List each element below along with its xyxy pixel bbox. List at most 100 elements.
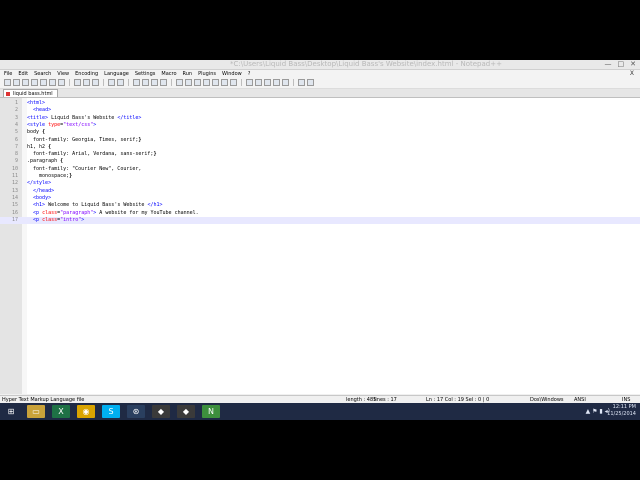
- line-code[interactable]: font-family: "Courier New", Courier,: [27, 166, 141, 173]
- zoom-in-icon[interactable]: [151, 79, 158, 86]
- print-icon[interactable]: [58, 79, 65, 86]
- replace-icon[interactable]: [142, 79, 149, 86]
- line-code[interactable]: <h1> Welcome to Liquid Bass's Website </…: [27, 202, 162, 209]
- menu-bar: File Edit Search View Encoding Language …: [0, 70, 640, 78]
- menu-search[interactable]: Search: [34, 70, 51, 78]
- redo-icon[interactable]: [117, 79, 124, 86]
- zoom-out-icon[interactable]: [160, 79, 167, 86]
- line-code[interactable]: font-family: Arial, Verdana, sans-serif;…: [27, 151, 156, 158]
- cut-icon[interactable]: [74, 79, 81, 86]
- code-line[interactable]: 17 <p class="intro">: [0, 216, 640, 224]
- close-file-icon[interactable]: [40, 79, 47, 86]
- code-line[interactable]: 6 font-family: Georgia, Times, serif;}: [0, 137, 640, 144]
- excel-icon[interactable]: X: [52, 405, 70, 418]
- line-code[interactable]: <html>: [27, 100, 45, 107]
- copy-icon[interactable]: [83, 79, 90, 86]
- line-code[interactable]: <body>: [27, 195, 51, 202]
- code-editor[interactable]: 1 <html> 2 <head> 3 <title> Liquid Bass's We…: [0, 98, 640, 394]
- line-code[interactable]: monospace;}: [27, 173, 72, 180]
- menu-settings[interactable]: Settings: [135, 70, 156, 78]
- code-line[interactable]: 9 .paragraph {: [0, 158, 640, 165]
- line-number: 15: [11, 202, 18, 209]
- code-line[interactable]: 7 h1, h2 {: [0, 144, 640, 151]
- find-icon[interactable]: [133, 79, 140, 86]
- app-icon[interactable]: ◆: [152, 405, 170, 418]
- minimize-button[interactable]: —: [605, 60, 612, 69]
- udl-icon[interactable]: [221, 79, 228, 86]
- code-line[interactable]: 2 <head>: [0, 107, 640, 114]
- code-line[interactable]: 12 </style>: [0, 180, 640, 187]
- line-code[interactable]: <p class="intro">: [27, 217, 84, 224]
- start-icon[interactable]: ⊞: [2, 405, 20, 418]
- taskbar-clock[interactable]: 12:11 PM 11/25/2014: [607, 404, 636, 418]
- menu-language[interactable]: Language: [104, 70, 129, 78]
- file-explorer-icon[interactable]: ▭: [27, 405, 45, 418]
- line-code[interactable]: <style type="text/css">: [27, 122, 96, 129]
- menu-macro[interactable]: Macro: [161, 70, 176, 78]
- line-code[interactable]: <title> Liquid Bass's Website </title>: [27, 115, 141, 122]
- close-all-icon[interactable]: [49, 79, 56, 86]
- menu-edit[interactable]: Edit: [18, 70, 28, 78]
- paste-icon[interactable]: [92, 79, 99, 86]
- menu-run[interactable]: Run: [183, 70, 193, 78]
- chrome-icon[interactable]: ◉: [77, 405, 95, 418]
- line-code[interactable]: .paragraph {: [27, 158, 63, 165]
- doc-map-icon[interactable]: [230, 79, 237, 86]
- save-all-icon[interactable]: [31, 79, 38, 86]
- code-line[interactable]: 14 <body>: [0, 195, 640, 202]
- code-line[interactable]: 10 font-family: "Courier New", Courier,: [0, 166, 640, 173]
- menu-help[interactable]: ?: [248, 70, 251, 78]
- open-file-icon[interactable]: [13, 79, 20, 86]
- save-icon[interactable]: [22, 79, 29, 86]
- undo-icon[interactable]: [108, 79, 115, 86]
- line-code[interactable]: </head>: [27, 188, 54, 195]
- stop-macro-icon[interactable]: [255, 79, 262, 86]
- close-button[interactable]: ✕: [630, 60, 636, 69]
- menu-plugins[interactable]: Plugins: [198, 70, 216, 78]
- line-code[interactable]: </style>: [27, 180, 51, 187]
- code-line[interactable]: 15 <h1> Welcome to Liquid Bass's Website…: [0, 202, 640, 209]
- app2-icon[interactable]: ◆: [177, 405, 195, 418]
- line-number: 14: [11, 194, 18, 201]
- line-code[interactable]: <head>: [27, 107, 51, 114]
- record-macro-icon[interactable]: [246, 79, 253, 86]
- sync-h-icon[interactable]: [185, 79, 192, 86]
- clock-date: 11/25/2014: [607, 411, 636, 417]
- code-line[interactable]: 5 body {: [0, 129, 640, 136]
- spell-check-icon[interactable]: [298, 79, 305, 86]
- save-macro-icon[interactable]: [282, 79, 289, 86]
- steam-icon[interactable]: ⊛: [127, 405, 145, 418]
- tab-liquid-bass-html[interactable]: liquid bass.html: [3, 89, 58, 97]
- line-number: 7: [14, 143, 18, 150]
- menu-view[interactable]: View: [57, 70, 69, 78]
- new-file-icon[interactable]: [4, 79, 11, 86]
- notepadpp-icon[interactable]: N: [202, 405, 220, 418]
- code-line[interactable]: 4 <style type="text/css">: [0, 122, 640, 129]
- code-line[interactable]: 11 monospace;}: [0, 173, 640, 180]
- code-line[interactable]: 8 font-family: Arial, Verdana, sans-seri…: [0, 151, 640, 158]
- line-number: 16: [11, 209, 18, 216]
- line-code[interactable]: font-family: Georgia, Times, serif;}: [27, 137, 141, 144]
- line-number: 10: [11, 165, 18, 172]
- code-line[interactable]: 1 <html>: [0, 100, 640, 107]
- line-code[interactable]: h1, h2 {: [27, 144, 51, 151]
- menu-window[interactable]: Window: [222, 70, 242, 78]
- code-line[interactable]: 3 <title> Liquid Bass's Website </title>: [0, 115, 640, 122]
- indent-guide-icon[interactable]: [212, 79, 219, 86]
- menu-encoding[interactable]: Encoding: [75, 70, 98, 78]
- close-document-button[interactable]: X: [630, 70, 634, 78]
- word-wrap-icon[interactable]: [194, 79, 201, 86]
- launch-browser-icon[interactable]: [307, 79, 314, 86]
- line-number: 1: [14, 100, 18, 106]
- play-macro-icon[interactable]: [264, 79, 271, 86]
- maximize-button[interactable]: □: [618, 60, 625, 69]
- show-all-chars-icon[interactable]: [203, 79, 210, 86]
- run-macro-multiple-icon[interactable]: [273, 79, 280, 86]
- code-line[interactable]: 13 </head>: [0, 188, 640, 195]
- line-code[interactable]: body {: [27, 129, 45, 136]
- sync-v-icon[interactable]: [176, 79, 183, 86]
- menu-file[interactable]: File: [4, 70, 12, 78]
- line-code[interactable]: <p class="paragraph"> A website for my Y…: [27, 210, 199, 217]
- code-line[interactable]: 16 <p class="paragraph"> A website for m…: [0, 210, 640, 217]
- skype-icon[interactable]: S: [102, 405, 120, 418]
